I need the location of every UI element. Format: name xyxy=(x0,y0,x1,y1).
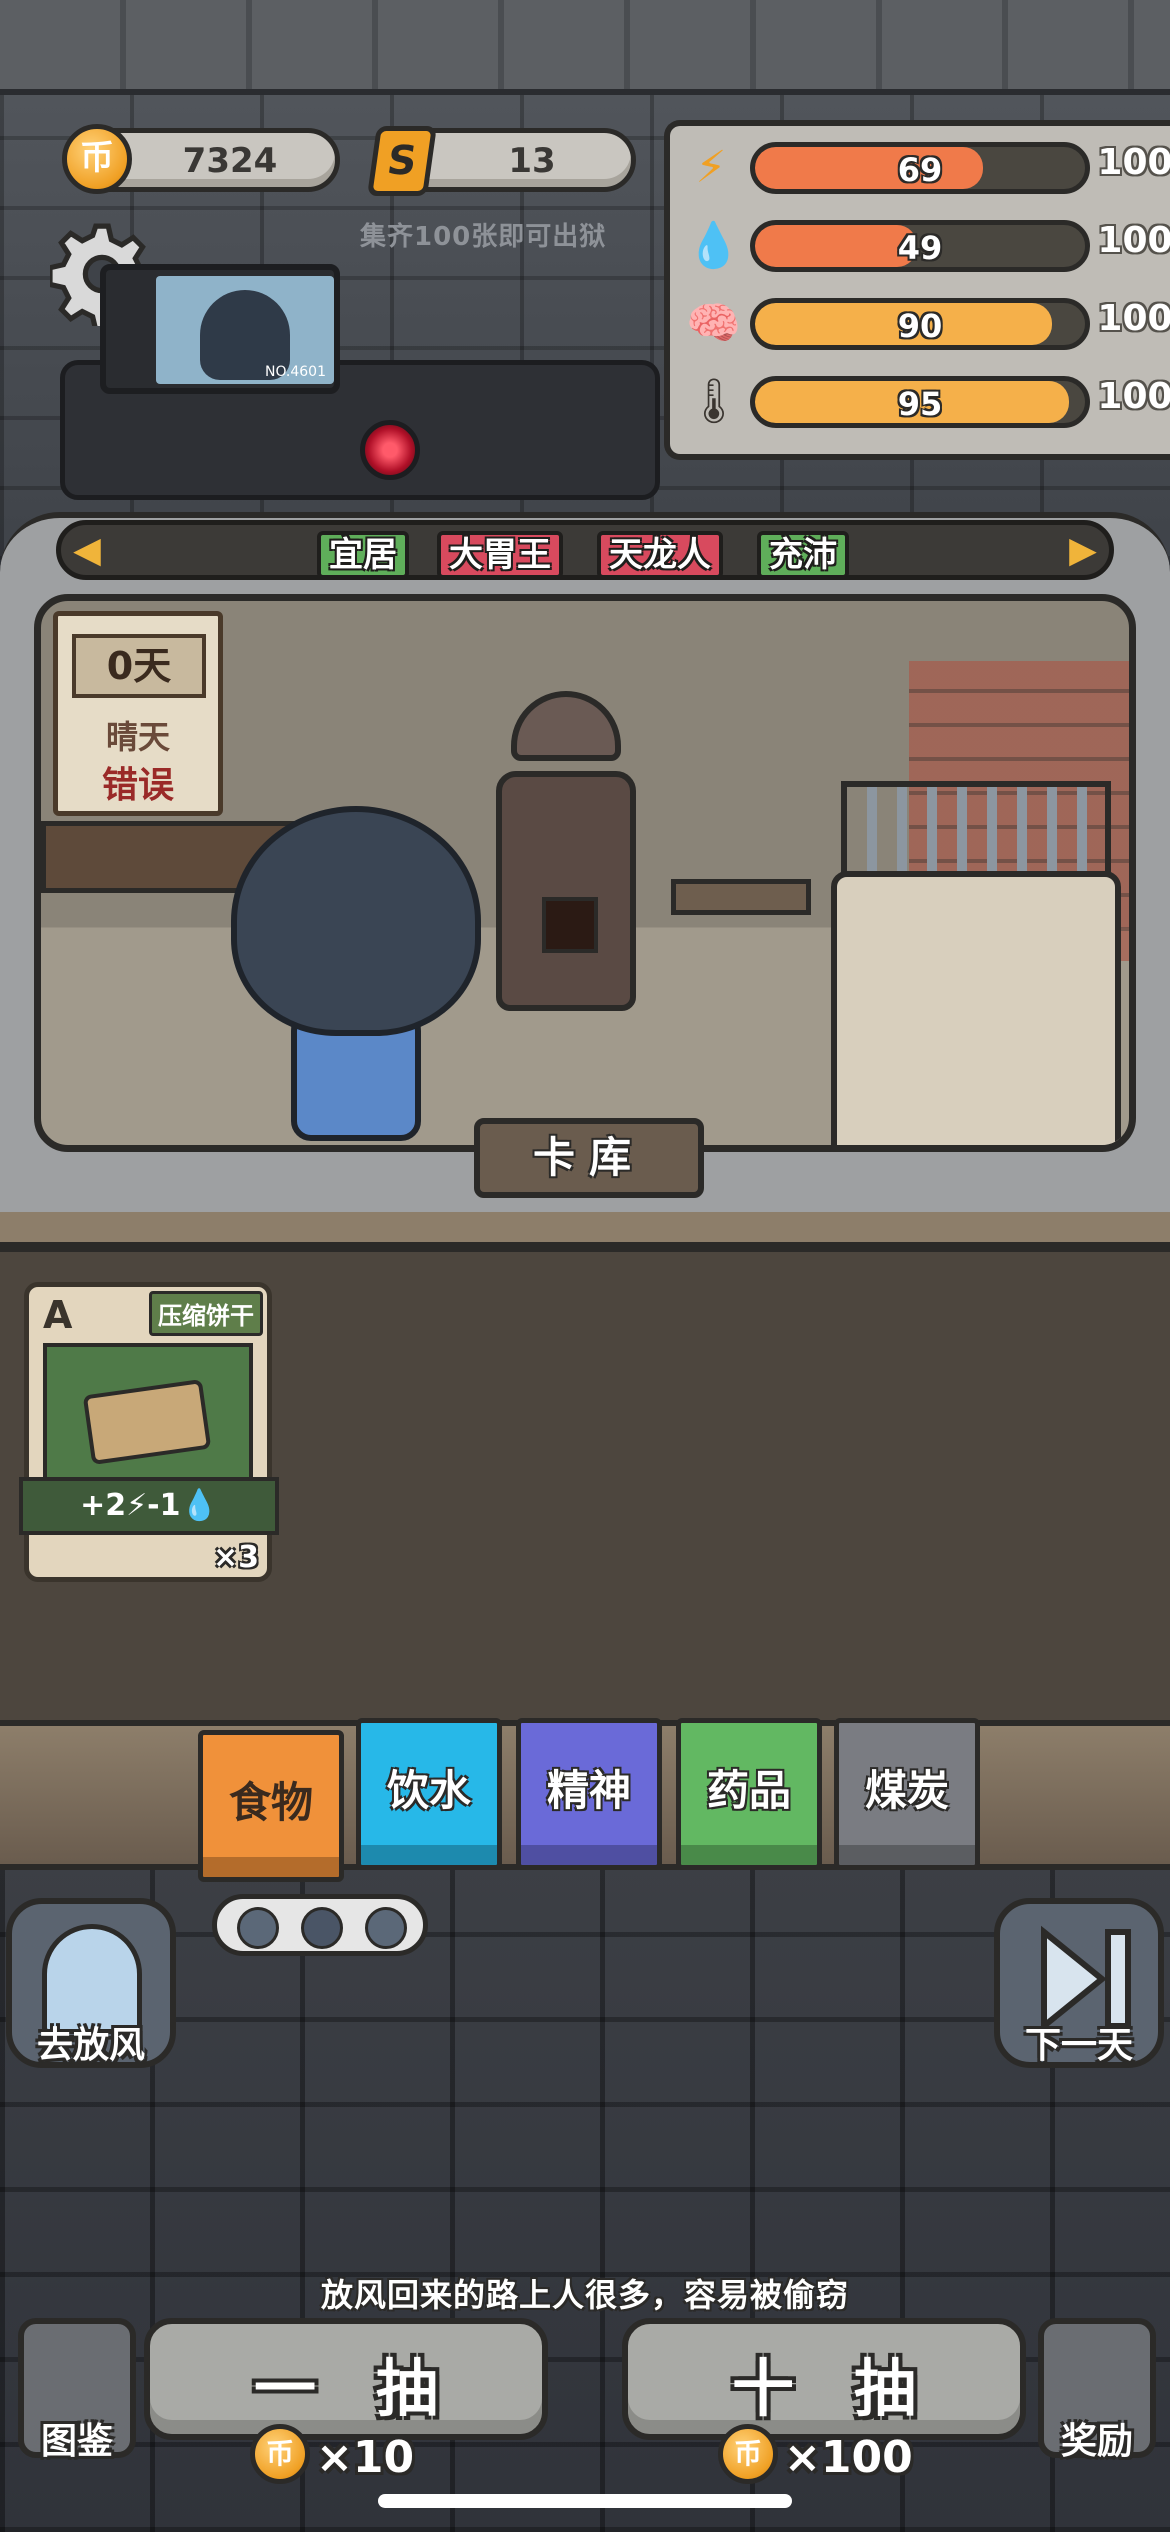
bed[interactable] xyxy=(831,871,1121,1145)
card-grade: A xyxy=(43,1293,73,1337)
stat-mind: 🧠 90 100 xyxy=(670,290,1170,356)
red-alarm-light xyxy=(360,420,420,480)
collection-button[interactable]: 图鉴 xyxy=(18,2318,136,2462)
hint-text: 放风回来的路上人很多，容易被偷窃 xyxy=(320,2276,849,2314)
coin-icon: 币 xyxy=(62,124,132,194)
stat-max: 100 xyxy=(1097,220,1170,261)
tab-mind[interactable]: 精神 xyxy=(516,1718,662,1870)
draw-one-label: 一抽 xyxy=(253,2352,498,2425)
home-indicator[interactable] xyxy=(378,2494,792,2508)
collection-label: 图鉴 xyxy=(40,2421,113,2462)
draw-ten-label: 十抽 xyxy=(731,2352,976,2425)
weather-label: 晴天 xyxy=(105,718,170,756)
card-area: A 压缩饼干 +2⚡-1💧 ×3 xyxy=(0,1212,1170,1732)
ticket-hint: 集齐100张即可出狱 xyxy=(360,222,607,252)
trait-tag[interactable]: 天龙人 xyxy=(597,531,723,579)
reward-button[interactable]: 奖励 xyxy=(1038,2318,1156,2462)
stat-bar: 69 xyxy=(750,142,1090,194)
coin-icon: 币 xyxy=(250,2424,310,2484)
card-effect: +2⚡-1💧 xyxy=(19,1477,279,1535)
coin-icon: 币 xyxy=(718,2424,778,2484)
go-out-label: 去放风 xyxy=(36,2025,145,2066)
card-library-button[interactable]: 卡库 xyxy=(474,1118,704,1198)
inmate-face-icon xyxy=(237,1907,279,1949)
biscuit-shape xyxy=(82,1378,212,1466)
trait-tag[interactable]: 充沛 xyxy=(757,531,849,579)
stat-value: 69 xyxy=(897,151,943,189)
stat-bar: 95 xyxy=(750,376,1090,428)
trait-tag[interactable]: 大胃王 xyxy=(437,531,563,579)
tab-coal[interactable]: 煤炭 xyxy=(834,1718,980,1870)
stat-max: 100 xyxy=(1097,376,1170,417)
item-card[interactable]: A 压缩饼干 +2⚡-1💧 ×3 xyxy=(19,1282,279,1582)
reward-label: 奖励 xyxy=(1060,2421,1133,2462)
next-day-button[interactable]: 下一天 xyxy=(994,1898,1164,2068)
stat-temperature: 🌡 95 100 xyxy=(670,368,1170,434)
prisoner-character[interactable] xyxy=(231,806,481,1036)
stove[interactable] xyxy=(496,771,636,1011)
guard-face-icon xyxy=(301,1907,343,1949)
card-name: 压缩饼干 xyxy=(149,1291,263,1336)
stat-bar: 49 xyxy=(750,220,1090,272)
stove-fire xyxy=(542,897,598,953)
ceiling xyxy=(0,0,1170,95)
trait-bar: ◀ 宜居 大胃王 天龙人 充沛 ▶ xyxy=(56,520,1114,580)
stat-energy: ⚡ 69 100 xyxy=(670,134,1170,200)
biscuit-icon xyxy=(43,1343,253,1483)
thermometer-icon: 🌡 xyxy=(686,376,742,427)
draw-one-cost-value: ×10 xyxy=(316,2432,415,2483)
next-day-label: 下一天 xyxy=(1024,2025,1133,2066)
tab-food[interactable]: 食物 xyxy=(198,1730,344,1882)
go-out-button[interactable]: 去放风 xyxy=(6,1898,176,2068)
stool xyxy=(671,879,811,915)
tab-medicine[interactable]: 药品 xyxy=(676,1718,822,1870)
stats-panel: ⚡ 69 100 💧 49 100 🧠 90 100 🌡 95 100 xyxy=(664,120,1170,460)
draw-ten-button[interactable]: 十抽 xyxy=(622,2318,1026,2440)
stat-bar: 90 xyxy=(750,298,1090,350)
tab-water[interactable]: 饮水 xyxy=(356,1718,502,1870)
inmate-face-icon xyxy=(365,1907,407,1949)
trait-next-arrow-icon[interactable]: ▶ xyxy=(1063,531,1103,571)
calendar-board: 0天 晴天 错误 xyxy=(53,611,223,816)
draw-ten-cost-value: ×100 xyxy=(784,2432,913,2483)
coin-value: 7324 xyxy=(182,141,278,181)
thought-bubble xyxy=(212,1894,428,1956)
stat-value: 95 xyxy=(897,385,943,423)
ticket-value: 13 xyxy=(508,141,556,181)
status-label: 错误 xyxy=(101,765,174,806)
energy-icon: ⚡ xyxy=(695,142,727,193)
stat-water: 💧 49 100 xyxy=(670,212,1170,278)
draw-one-cost: 币 ×10 xyxy=(250,2424,450,2488)
prison-cell-scene: 0天 晴天 错误 xyxy=(34,594,1136,1152)
prisoner-id: NO.4601 xyxy=(264,364,326,380)
ticket-icon: S xyxy=(367,126,437,196)
stat-max: 100 xyxy=(1097,298,1170,339)
stat-value: 49 xyxy=(897,229,943,267)
stat-max: 100 xyxy=(1097,142,1170,183)
brain-icon: 🧠 xyxy=(686,298,741,349)
draw-one-button[interactable]: 一抽 xyxy=(144,2318,548,2440)
trait-prev-arrow-icon[interactable]: ◀ xyxy=(67,531,107,571)
water-icon: 💧 xyxy=(686,220,741,271)
monitor-screen: NO.4601 xyxy=(156,276,334,384)
trait-tag[interactable]: 宜居 xyxy=(317,531,409,579)
monitor: NO.4601 xyxy=(100,264,340,394)
stove-lid xyxy=(511,691,621,761)
card-count: ×3 xyxy=(212,1540,259,1575)
draw-ten-cost: 币 ×100 xyxy=(718,2424,958,2488)
stat-value: 90 xyxy=(897,307,943,345)
day-counter: 0天 xyxy=(72,634,206,698)
